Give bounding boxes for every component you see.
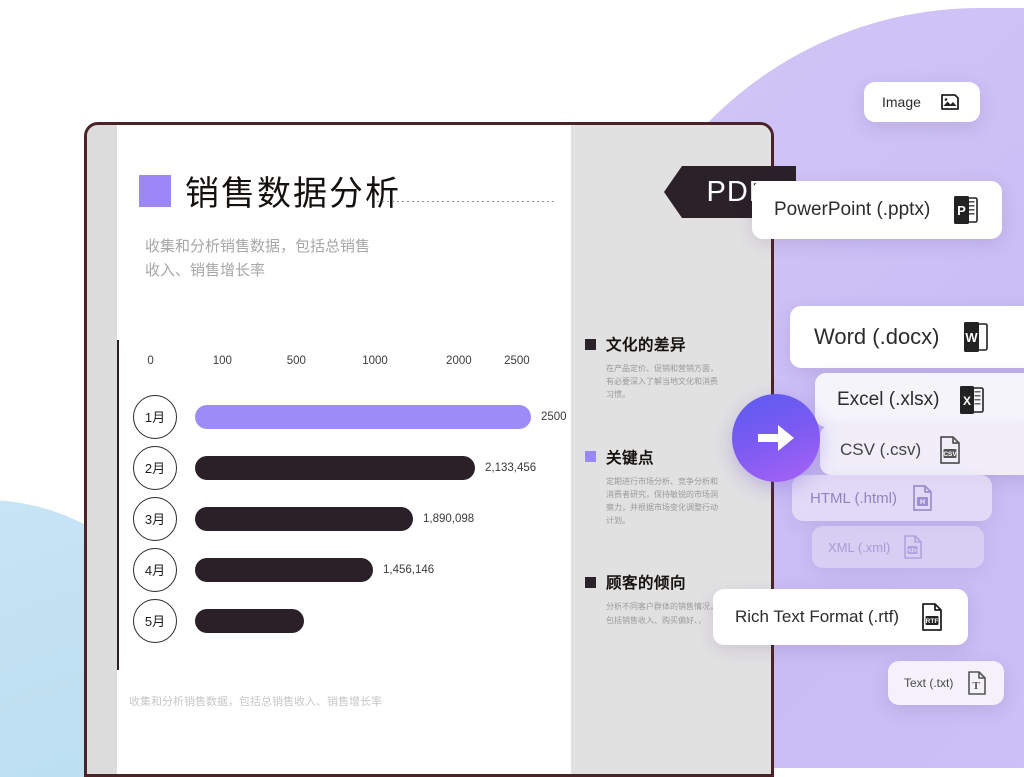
svg-text:RTF: RTF <box>926 618 939 625</box>
rtf-file-icon: RTF <box>919 602 946 632</box>
html-file-icon: H <box>911 484 935 512</box>
format-option-image[interactable]: Image <box>864 82 980 122</box>
format-option-html[interactable]: HTML (.html) H <box>792 475 992 521</box>
key-point-body: 在产品定价、促销和营销方面，有必要深入了解当地文化和消费习惯。 <box>606 364 718 400</box>
format-label-xlsx: Excel (.xlsx) <box>837 389 940 410</box>
chart-bar <box>195 506 413 531</box>
format-label-docx: Word (.docx) <box>814 324 940 349</box>
x-axis-tick: 1000 <box>362 355 388 367</box>
title-accent-swatch <box>139 175 171 207</box>
format-label-xml: XML (.xml) <box>828 539 891 555</box>
text-file-icon: T <box>966 670 988 696</box>
chart-bar-value: 1,456,146 <box>383 563 435 576</box>
key-point-header: 文化的差异 <box>585 333 765 355</box>
format-label-image: Image <box>882 94 921 110</box>
key-point-title: 关键点 <box>606 449 655 467</box>
svg-text:CSV: CSV <box>944 451 958 458</box>
key-point-body: 定期进行市场分析、竞争分析和消费者研究，保持敏锐的市场洞察力，并根据市场变化调整… <box>606 476 718 526</box>
format-label-txt: Text (.txt) <box>904 676 954 690</box>
chart-bar <box>195 608 304 633</box>
key-point-title: 顾客的倾向 <box>606 575 687 593</box>
chart-category-badge: 3月 <box>133 496 177 541</box>
x-axis-tick: 100 <box>212 355 232 367</box>
format-option-pptx[interactable]: PowerPoint (.pptx) P <box>752 181 1003 239</box>
bullet-square-icon <box>585 451 596 463</box>
arrow-right-icon <box>752 418 800 458</box>
x-axis-tick: 0 <box>147 355 154 367</box>
chart-bar-value: 2500 <box>541 410 567 423</box>
chart-category-badge: 5月 <box>133 598 177 643</box>
page-title: 销售数据分析 <box>185 175 401 213</box>
format-option-rtf[interactable]: Rich Text Format (.rtf) RTF <box>713 589 969 645</box>
chart-category-badge: 4月 <box>133 547 177 592</box>
format-option-txt[interactable]: Text (.txt) T <box>888 661 1005 705</box>
chart-x-axis: 0 100 500 1000 2000 2500 <box>117 355 547 377</box>
slide-title-row: 销售数据分析 <box>139 175 401 211</box>
x-axis-tick: 500 <box>286 355 306 367</box>
slide-left-strip <box>87 125 117 774</box>
format-option-docx[interactable]: Word (.docx) W <box>790 306 1024 368</box>
chart-rows: 1月 2500 2月 2,133,456 3月 1,890,098 4月 1,456,146 5… <box>117 391 567 646</box>
chart-bar-value: 2,133,456 <box>485 461 537 474</box>
chart-category-badge: 2月 <box>133 445 177 490</box>
chart-bar-value: 1,890,098 <box>423 512 475 525</box>
xml-file-icon: </> <box>902 534 924 560</box>
chart-bar <box>195 455 475 480</box>
format-option-xml[interactable]: XML (.xml) </> <box>812 526 984 568</box>
svg-text:X: X <box>963 394 971 408</box>
format-label-rtf: Rich Text Format (.rtf) <box>735 607 900 626</box>
x-axis-tick: 2000 <box>446 355 472 367</box>
chart-bar-row: 1月 2500 <box>117 391 567 442</box>
format-label-csv: CSV (.csv) <box>840 440 922 459</box>
format-option-xlsx[interactable]: Excel (.xlsx) X <box>815 373 1024 427</box>
chart-bar-row: 5月 <box>117 595 547 646</box>
excel-file-icon: X <box>959 385 986 415</box>
powerpoint-file-icon: P <box>952 195 980 225</box>
chart-bar-row: 4月 1,456,146 <box>117 544 547 595</box>
x-axis-tick: 2500 <box>504 355 530 367</box>
word-file-icon: W <box>962 321 990 353</box>
slide-subtitle: 收集和分析销售数据，包括总销售收入、销售增长率 <box>145 238 371 279</box>
chart-caption: 收集和分析销售数据，包括总销售收入、销售增长率 <box>129 696 382 708</box>
chart-bar <box>195 404 531 429</box>
key-point-section: 文化的差异在产品定价、促销和营销方面，有必要深入了解当地文化和消费习惯。 <box>573 333 765 402</box>
title-dotted-rule <box>377 201 557 202</box>
key-point-body: 分析不同客户群体的销售情况，包括销售收入、购买偏好、， <box>606 602 718 625</box>
format-option-csv[interactable]: CSV (.csv) CSV <box>820 425 1024 475</box>
bullet-square-icon <box>585 576 596 588</box>
sales-bar-chart: 0 100 500 1000 2000 2500 1月 2500 2月 2,133,456 3月 1… <box>117 355 567 646</box>
image-file-icon <box>938 92 962 112</box>
bullet-square-icon <box>585 338 596 350</box>
svg-text:H: H <box>920 499 925 506</box>
format-label-pptx: PowerPoint (.pptx) <box>774 199 931 220</box>
csv-file-icon: CSV <box>937 435 963 465</box>
svg-text:T: T <box>973 680 981 692</box>
chart-bar-row: 2月 2,133,456 <box>117 442 547 493</box>
svg-text:W: W <box>965 330 978 345</box>
chart-bar-row: 3月 1,890,098 <box>117 493 547 544</box>
slide-export-illustration: 销售数据分析 收集和分析销售数据，包括总销售收入、销售增长率 0 100 500 10… <box>0 0 1024 777</box>
chart-bar <box>195 557 373 582</box>
format-label-html: HTML (.html) <box>810 489 897 507</box>
slide-card: 销售数据分析 收集和分析销售数据，包括总销售收入、销售增长率 0 100 500 10… <box>84 122 774 777</box>
convert-button[interactable] <box>732 394 820 482</box>
svg-text:</>: </> <box>909 548 918 554</box>
svg-text:P: P <box>957 203 966 218</box>
key-point-title: 文化的差异 <box>606 337 687 354</box>
chart-category-badge: 1月 <box>133 394 177 439</box>
